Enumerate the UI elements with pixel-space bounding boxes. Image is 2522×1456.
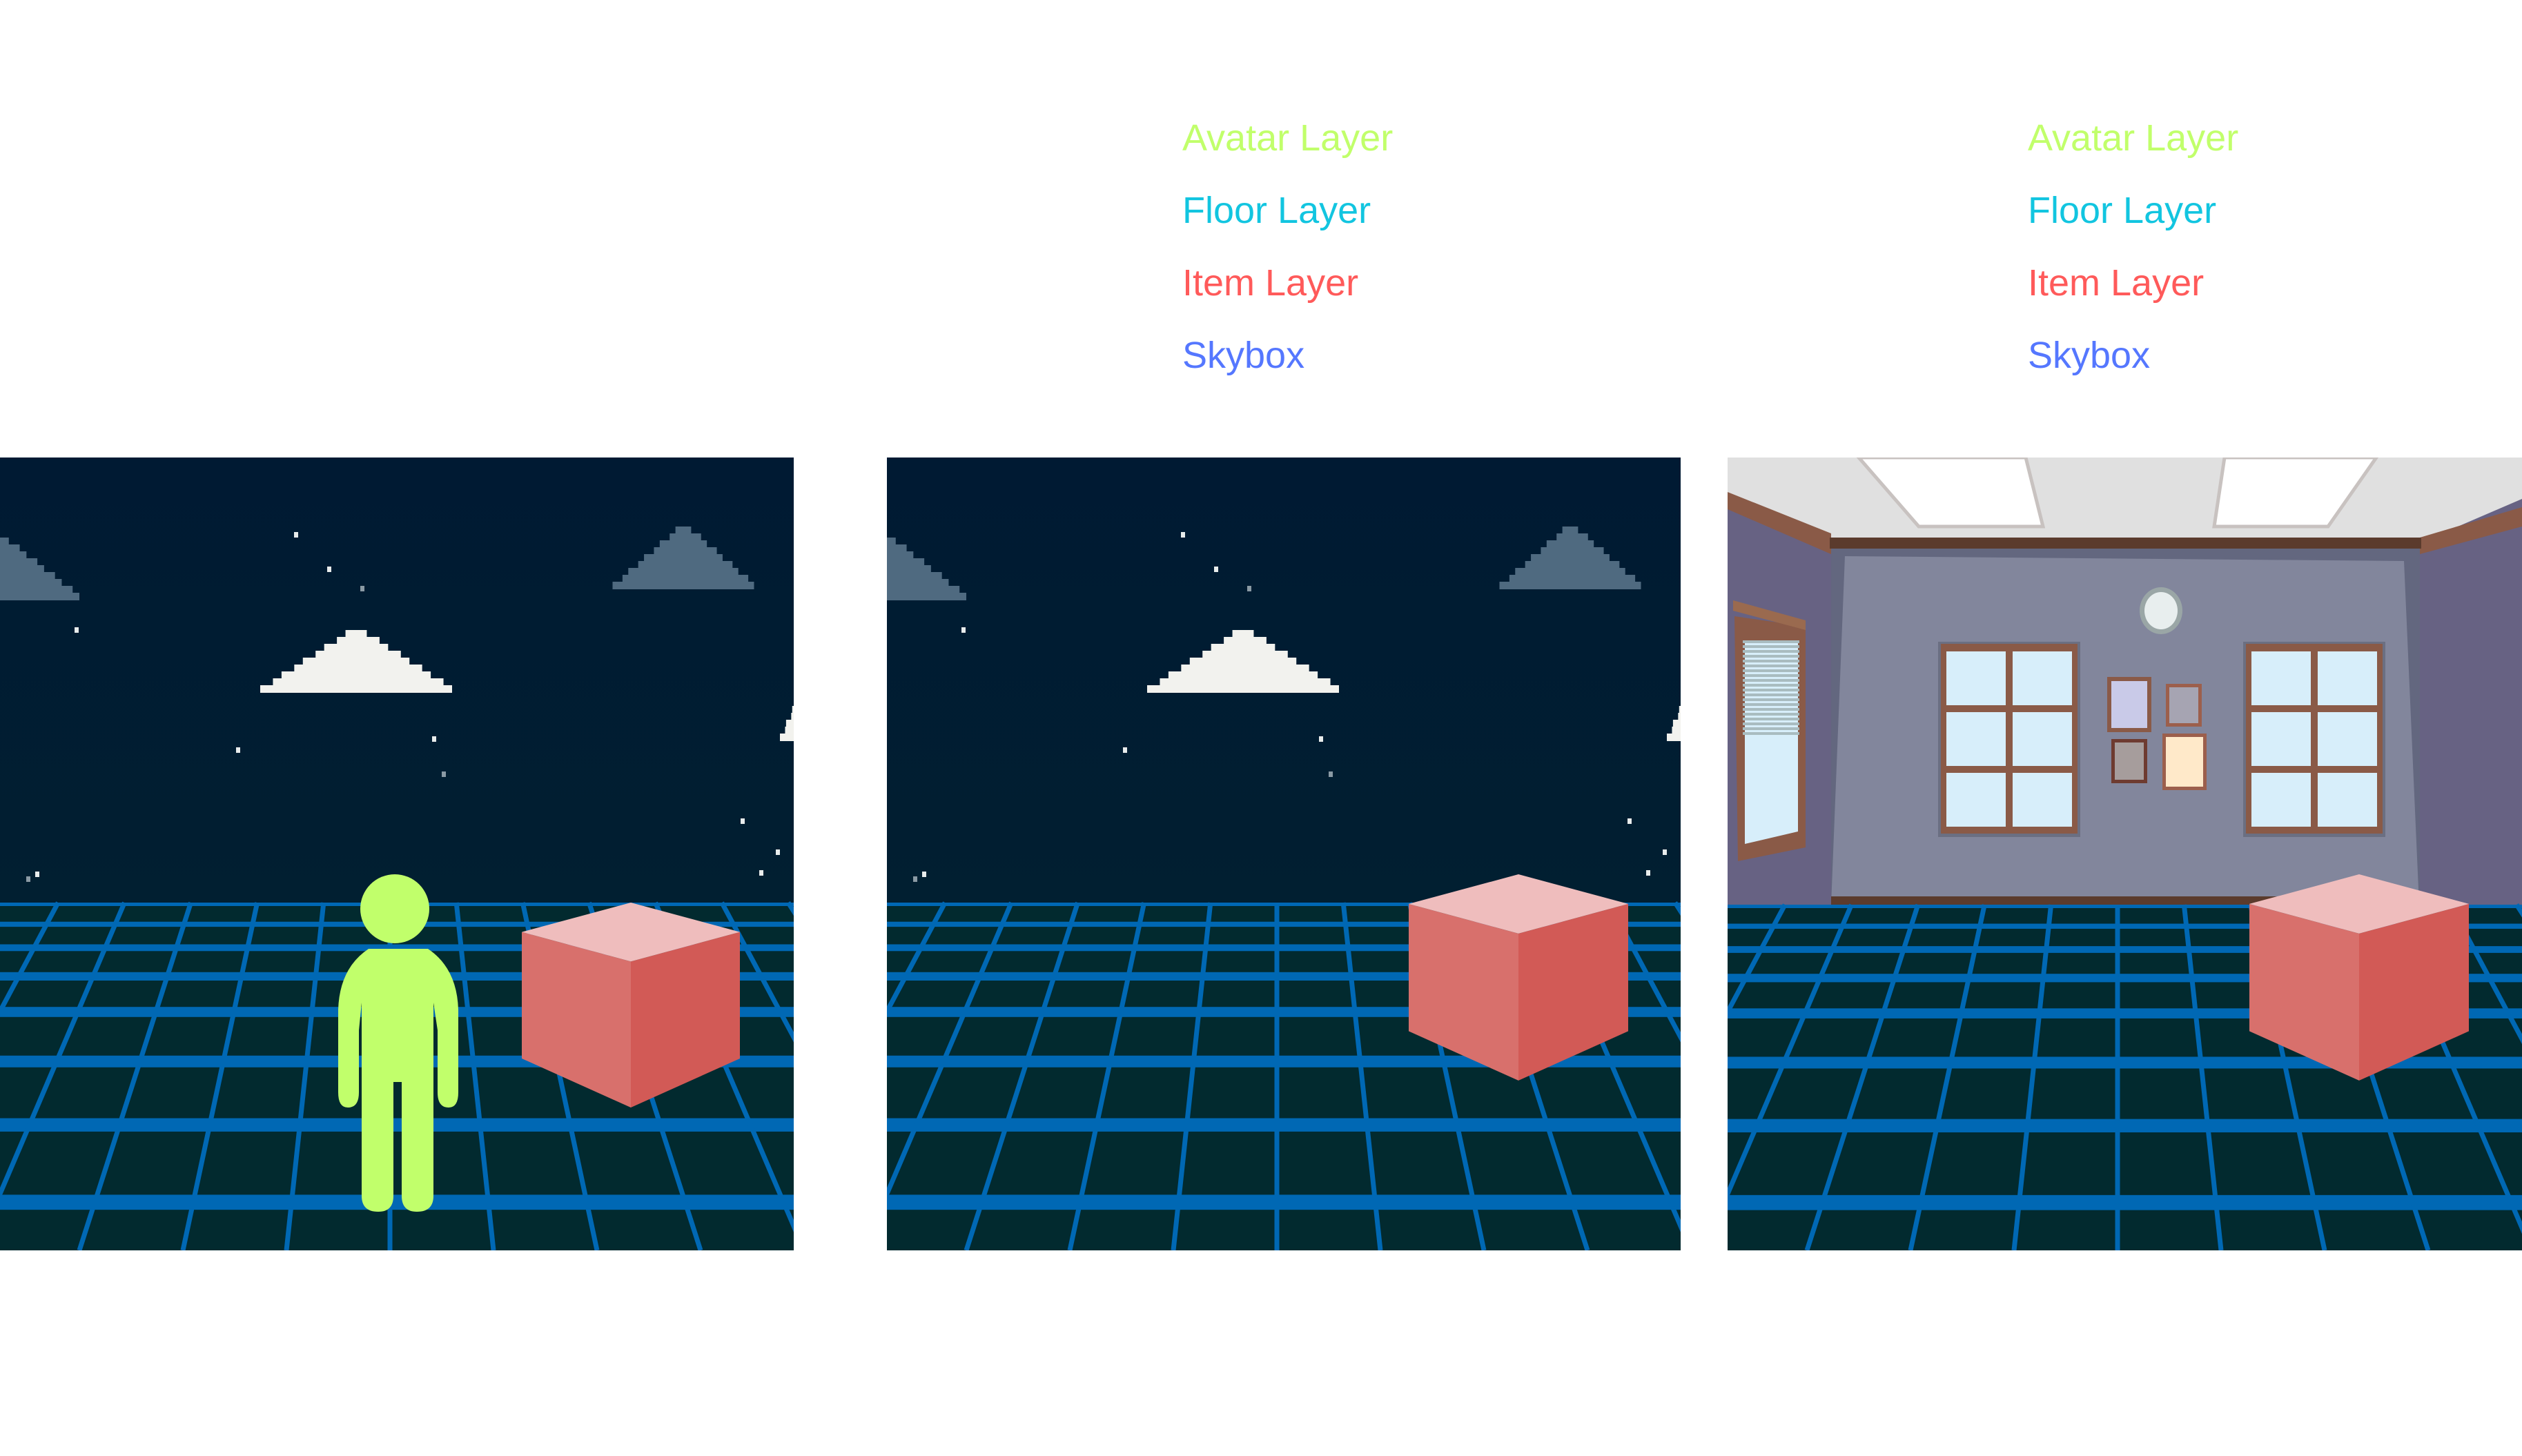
star	[759, 870, 763, 876]
back-window-right	[2243, 642, 2385, 837]
star	[432, 736, 436, 742]
window-pane	[2013, 712, 2072, 766]
window-pane	[2318, 651, 2377, 705]
star	[1663, 849, 1667, 855]
legend-item-layer: Item Layer	[1182, 262, 1359, 304]
window-pane	[2318, 773, 2377, 827]
window-pane	[2251, 651, 2311, 705]
wall-clock-face	[2144, 592, 2178, 629]
star	[327, 567, 331, 572]
legend-floor-layer: Floor Layer	[1182, 190, 1371, 231]
star	[1319, 736, 1323, 742]
star	[442, 771, 446, 777]
window-pane	[2013, 773, 2072, 827]
star	[26, 876, 30, 882]
grid-line-horizontal	[887, 1194, 1681, 1210]
scene-panel-composited	[0, 458, 794, 1250]
layer-legend-room: Avatar Layer Floor Layer Item Layer Skyb…	[2028, 102, 2238, 392]
star	[294, 532, 298, 538]
star	[1329, 771, 1333, 777]
star	[922, 872, 926, 877]
star	[236, 747, 240, 753]
window-pane	[2251, 773, 2311, 827]
avatar-head	[360, 874, 429, 943]
skybox-room	[1728, 458, 2522, 913]
star	[360, 586, 364, 591]
star	[1247, 586, 1251, 591]
star	[35, 872, 39, 877]
scene-canvas	[887, 458, 1681, 1250]
scene-panel-room	[1728, 458, 2522, 1250]
window-pane	[2013, 651, 2072, 705]
star	[913, 876, 917, 882]
grid-line-horizontal	[0, 1194, 794, 1210]
scene-canvas	[0, 458, 794, 1250]
legend-skybox: Skybox	[1182, 335, 1305, 376]
grid-line-horizontal	[1728, 1194, 2522, 1210]
star	[1123, 747, 1127, 753]
layer-legend-night-sky: Avatar Layer Floor Layer Item Layer Skyb…	[1182, 102, 1393, 392]
scene-canvas	[1728, 458, 2522, 1250]
window-pane	[2251, 712, 2311, 766]
legend-item-layer: Item Layer	[2028, 262, 2205, 304]
window-pane	[1946, 651, 2006, 705]
window-pane	[1946, 773, 2006, 827]
crown-molding-back	[1830, 538, 2421, 549]
room-ceiling	[1728, 458, 2522, 544]
star	[741, 818, 745, 824]
star	[1627, 818, 1632, 824]
back-window-left	[1938, 642, 2080, 837]
window-pane	[1946, 712, 2006, 766]
star	[1214, 567, 1218, 572]
star	[961, 627, 966, 633]
star	[1646, 870, 1650, 876]
legend-avatar-layer: Avatar Layer	[1182, 117, 1394, 159]
scene-panel-night-sky	[887, 458, 1681, 1250]
legend-avatar-layer: Avatar Layer	[2028, 117, 2239, 159]
legend-skybox: Skybox	[2028, 335, 2151, 376]
window-pane	[2318, 712, 2377, 766]
legend-floor-layer: Floor Layer	[2028, 190, 2217, 231]
star	[776, 849, 780, 855]
star	[1181, 532, 1185, 538]
star	[75, 627, 79, 633]
